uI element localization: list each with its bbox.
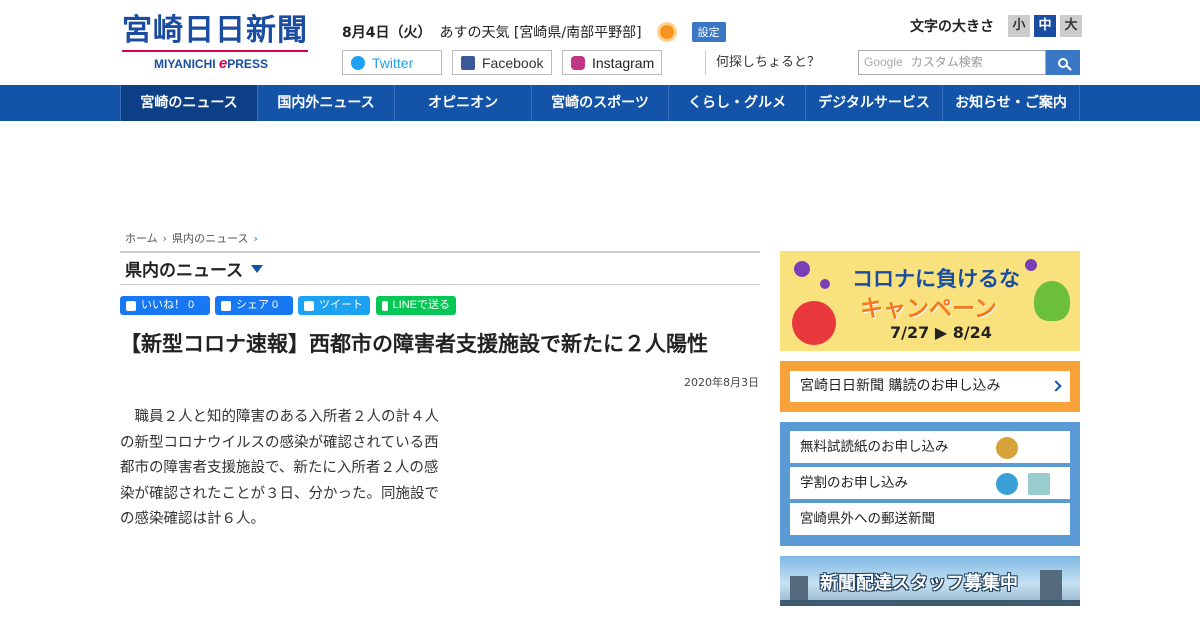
section-title: 県内のニュース (125, 261, 244, 281)
twitter-icon (304, 300, 314, 311)
date-weather-line: 8月4日（火） あすの天気 [宮崎県/南部平野部] 設定 (342, 22, 726, 42)
apply-panel: 無料試読紙のお申し込み 学割のお申し込み 宮崎県外への郵送新聞 (780, 422, 1080, 546)
subscribe-link[interactable]: 宮崎日日新聞 購読のお申し込み (790, 371, 1070, 402)
search-button[interactable] (1046, 50, 1080, 75)
instagram-link[interactable]: Instagram (562, 50, 662, 75)
fb-share-label: シェア 0 (236, 299, 279, 311)
weather-settings-button[interactable]: 設定 (691, 22, 726, 42)
twitter-link[interactable]: Twitter (342, 50, 442, 75)
facebook-link[interactable]: Facebook (452, 50, 552, 75)
line-label: LINEで送る (392, 299, 450, 311)
global-nav-items: 宮崎のニュース 国内外ニュース オピニオン 宮崎のスポーツ くらし・グルメ デジ… (120, 85, 1080, 121)
student-discount-link[interactable]: 学割のお申し込み (790, 467, 1070, 499)
site-logo[interactable]: 宮崎日日新聞 MIYANICHI ePRESS (122, 14, 312, 72)
like-label: いいね！ 0 (141, 299, 195, 311)
font-size-switcher: 文字の大きさ 小 中 大 (910, 15, 1082, 37)
nav-item-miyazaki-news[interactable]: 宮崎のニュース (120, 85, 258, 121)
facebook-icon (221, 300, 231, 311)
breadcrumb-home[interactable]: ホーム (125, 230, 158, 246)
logo-subtitle: MIYANICHI ePRESS (122, 55, 312, 72)
weather-label: あすの天気 [宮崎県/南部平野部] (439, 25, 642, 41)
search-placeholder: カスタム検索 (910, 55, 983, 69)
mascot-icon (996, 473, 1018, 495)
newspaper-mascot-icon (996, 437, 1018, 459)
tweet-label: ツイート (319, 299, 363, 311)
sun-icon (659, 25, 674, 39)
section-header[interactable]: 県内のニュース (120, 251, 760, 285)
nav-item-domestic-world-news[interactable]: 国内外ニュース (258, 85, 395, 121)
free-trial-label: 無料試読紙のお申し込み (800, 439, 949, 455)
global-nav: 宮崎のニュース 国内外ニュース オピニオン 宮崎のスポーツ くらし・グルメ デジ… (0, 85, 1200, 121)
free-trial-link[interactable]: 無料試読紙のお申し込み (790, 431, 1070, 463)
campaign-dates: 7/27 ▶ 8/24 (890, 323, 992, 342)
chevron-right-icon: › (253, 231, 258, 245)
font-size-medium-button[interactable]: 中 (1034, 15, 1056, 37)
subscribe-label: 宮崎日日新聞 購読のお申し込み (800, 378, 1001, 394)
article-headline: 【新型コロナ速報】西都市の障害者支援施設で新たに２人陽性 (120, 332, 708, 356)
font-size-label: 文字の大きさ (910, 19, 994, 35)
line-share-button[interactable]: LINEで送る (376, 296, 456, 315)
caret-down-icon (251, 264, 264, 273)
breadcrumb: ホーム › 県内のニュース › (125, 230, 263, 246)
site-header: 宮崎日日新聞 MIYANICHI ePRESS 8月4日（火） あすの天気 [宮… (0, 0, 1200, 85)
breadcrumb-section[interactable]: 県内のニュース (172, 230, 248, 246)
virus-icon (794, 261, 810, 277)
facebook-share-button[interactable]: シェア 0 (215, 296, 293, 315)
article-date: 2020年8月3日 (684, 376, 759, 389)
nav-item-life-gourmet[interactable]: くらし・グルメ (669, 85, 806, 121)
nav-item-sports[interactable]: 宮崎のスポーツ (532, 85, 669, 121)
twitter-label: Twitter (372, 54, 414, 71)
current-date: 8月4日（火） (342, 25, 432, 41)
virus-icon (820, 279, 830, 289)
campaign-banner[interactable]: コロナに負けるな キャンペーン 7/27 ▶ 8/24 (780, 251, 1080, 351)
campaign-badge-icon (792, 301, 836, 345)
campaign-title-2: キャンペーン (860, 296, 997, 322)
bridge-icon (780, 600, 1080, 606)
article-body: 職員２人と知的障害のある入所者２人の計４人の新型コロナウイルスの感染が確認されて… (120, 409, 439, 527)
thumbs-up-icon (126, 300, 136, 311)
font-size-large-button[interactable]: 大 (1060, 15, 1082, 37)
chevron-right-icon: › (162, 231, 168, 245)
logo-sub-b: PRESS (227, 57, 268, 71)
subscribe-panel: 宮崎日日新聞 購読のお申し込み (780, 361, 1080, 412)
nav-item-opinion[interactable]: オピニオン (395, 85, 532, 121)
instagram-icon (571, 55, 585, 70)
search-prompt: 何探しちょると？ (705, 50, 820, 75)
mascot-icon (1034, 281, 1070, 321)
font-size-small-button[interactable]: 小 (1008, 15, 1030, 37)
chevron-right-icon (1050, 380, 1062, 392)
instagram-label: Instagram (592, 54, 655, 71)
logo-rule (122, 50, 308, 52)
school-building-icon (1028, 473, 1050, 495)
twitter-icon (351, 55, 365, 70)
search-input[interactable]: Google カスタム検索 (858, 50, 1046, 75)
tweet-button[interactable]: ツイート (298, 296, 370, 315)
mail-delivery-link[interactable]: 宮崎県外への郵送新聞 (790, 503, 1070, 535)
mail-delivery-label: 宮崎県外への郵送新聞 (800, 511, 935, 527)
logo-title: 宮崎日日新聞 (122, 13, 308, 48)
nav-item-digital-services[interactable]: デジタルサービス (806, 85, 943, 121)
google-brand: Google (864, 55, 903, 69)
recruit-banner[interactable]: 新聞配達スタッフ募集中 (780, 556, 1080, 606)
facebook-like-button[interactable]: いいね！ 0 (120, 296, 210, 315)
line-icon (382, 300, 388, 311)
facebook-label: Facebook (482, 54, 544, 71)
facebook-icon (461, 55, 475, 70)
recruit-title: 新聞配達スタッフ募集中 (820, 573, 1018, 594)
logo-sub-a: MIYANICHI (154, 57, 216, 71)
student-discount-label: 学割のお申し込み (800, 475, 908, 491)
search-icon (1058, 57, 1068, 68)
nav-item-notices[interactable]: お知らせ・ご案内 (943, 85, 1080, 121)
logo-sub-e: e (218, 55, 228, 72)
virus-icon (1025, 259, 1037, 271)
